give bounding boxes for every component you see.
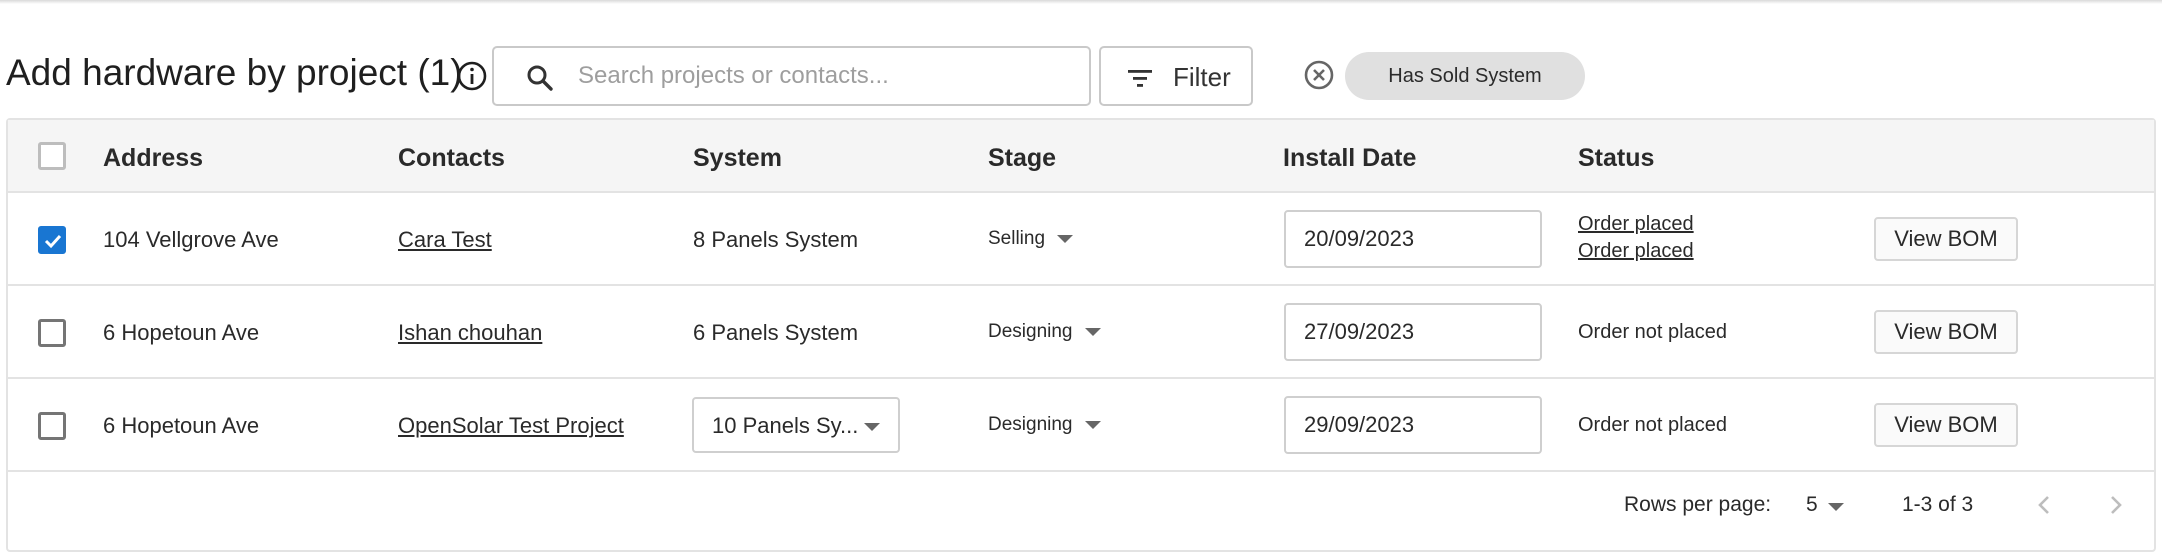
row-checkbox[interactable] [38, 319, 66, 347]
rows-per-page-label: Rows per page: [1624, 493, 1772, 516]
caret-down-icon [1084, 327, 1101, 336]
stage-select[interactable]: Designing [988, 321, 1101, 343]
table-row: 6 Hopetoun Ave OpenSolar Test Project 10… [8, 379, 2154, 472]
info-icon[interactable] [455, 59, 489, 93]
address-cell: 6 Hopetoun Ave [103, 320, 260, 345]
column-header-stage: Stage [988, 144, 1057, 172]
filter-button[interactable]: Filter [1099, 46, 1253, 106]
rows-per-page-select[interactable]: 5 [1804, 489, 1854, 523]
table-row: 104 Vellgrove Ave Cara Test 8 Panels Sys… [8, 193, 2154, 286]
status-text: Order not placed [1578, 414, 1727, 436]
stage-value: Designing [988, 321, 1073, 342]
chevron-left-icon[interactable] [2026, 487, 2062, 523]
install-date-input[interactable] [1284, 303, 1542, 361]
install-date-input[interactable] [1284, 396, 1542, 454]
row-checkbox[interactable] [38, 226, 66, 254]
address-cell: 6 Hopetoun Ave [103, 413, 260, 438]
table-row: 6 Hopetoun Ave Ishan chouhan 6 Panels Sy… [8, 286, 2154, 379]
column-header-contacts: Contacts [398, 144, 505, 172]
page-range: 1-3 of 3 [1902, 493, 1974, 516]
projects-table: Address Contacts System Stage Install Da… [6, 118, 2156, 552]
column-header-address: Address [103, 144, 204, 172]
table-header: Address Contacts System Stage Install Da… [8, 120, 2154, 193]
search-icon [527, 65, 553, 91]
column-header-status: Status [1578, 144, 1655, 172]
search-input[interactable] [578, 56, 1078, 96]
status-link[interactable]: Order placed [1578, 213, 1694, 236]
chevron-right-icon[interactable] [2098, 487, 2134, 523]
pagination: Rows per page: 5 1-3 of 3 [8, 463, 2154, 552]
select-all-checkbox[interactable] [38, 142, 66, 170]
column-header-install-date: Install Date [1283, 144, 1417, 172]
stage-select[interactable]: Designing [988, 414, 1101, 436]
caret-down-icon [864, 423, 880, 431]
caret-down-icon [1828, 503, 1844, 511]
view-bom-button[interactable]: View BOM [1874, 217, 2018, 261]
system-select[interactable]: 10 Panels Sy... [692, 397, 900, 453]
view-bom-button[interactable]: View BOM [1874, 403, 2018, 447]
address-cell: 104 Vellgrove Ave [103, 227, 279, 252]
column-header-system: System [693, 144, 782, 172]
caret-down-icon [1057, 234, 1074, 243]
contact-link[interactable]: Cara Test [398, 227, 492, 253]
contact-link[interactable]: Ishan chouhan [398, 320, 542, 346]
status-link[interactable]: Order placed [1578, 240, 1694, 263]
contact-link[interactable]: OpenSolar Test Project [398, 413, 624, 439]
filter-label: Filter [1173, 62, 1231, 92]
filter-icon [1128, 70, 1152, 87]
filter-chip[interactable]: Has Sold System [1345, 52, 1585, 100]
system-select-value: 10 Panels Sy... [712, 413, 859, 438]
view-bom-button[interactable]: View BOM [1874, 310, 2018, 354]
stage-select[interactable]: Selling [988, 228, 1074, 250]
caret-down-icon [1084, 420, 1101, 429]
search-box [492, 46, 1091, 106]
stage-value: Selling [988, 228, 1046, 249]
top-shadow [0, 0, 2162, 4]
system-cell: 6 Panels System [693, 320, 859, 345]
stage-value: Designing [988, 414, 1073, 435]
check-icon [44, 234, 62, 249]
system-cell: 8 Panels System [693, 227, 859, 252]
row-checkbox[interactable] [38, 412, 66, 440]
close-circle-icon[interactable] [1303, 59, 1335, 91]
status-text: Order not placed [1578, 321, 1727, 343]
install-date-input[interactable] [1284, 210, 1542, 268]
rows-per-page-value: 5 [1806, 493, 1818, 516]
toolbar: Add hardware by project (1) Filter Has S… [0, 42, 2162, 108]
page-title: Add hardware by project (1) [6, 52, 463, 93]
